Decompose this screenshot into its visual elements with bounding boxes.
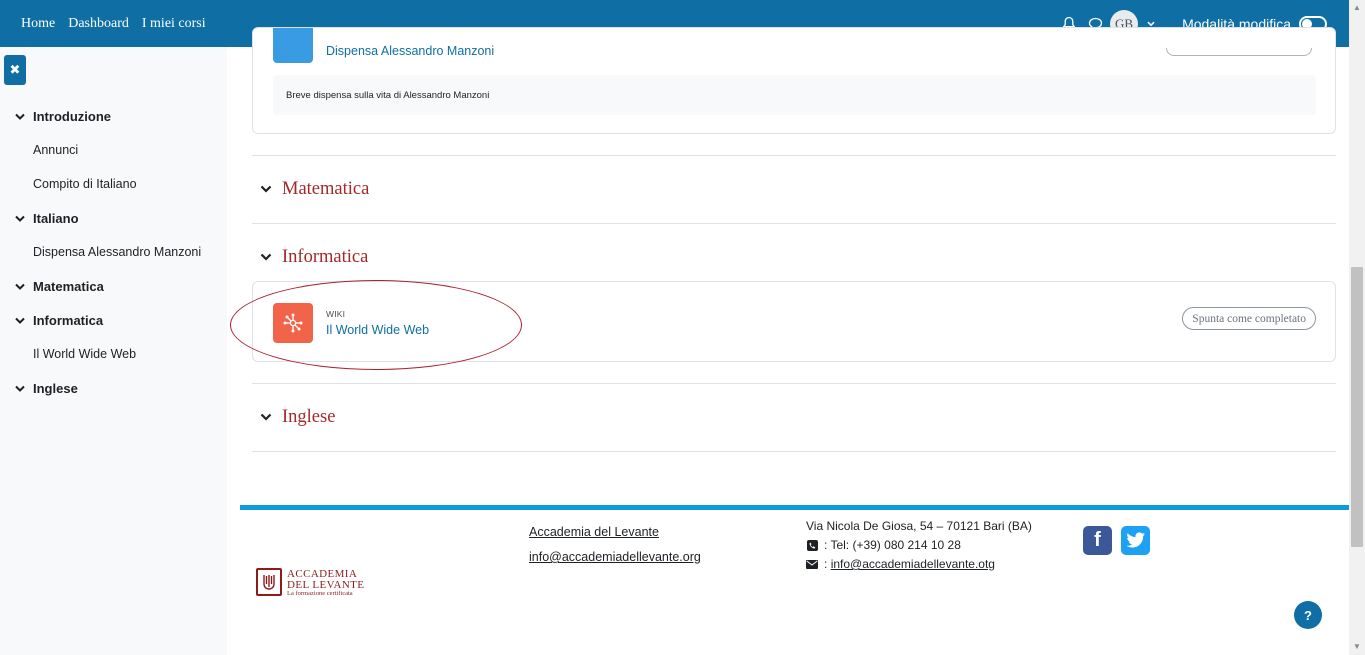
drawer-section-matematica[interactable]: Matematica	[0, 269, 227, 303]
drawer-item-annunci[interactable]: Annunci	[0, 133, 227, 167]
section-inglese[interactable]: Inglese	[252, 383, 1336, 451]
footer-links: Accademia del Levante info@accademiadell…	[529, 520, 701, 570]
close-drawer-button[interactable]: ✖	[4, 55, 26, 85]
drawer-section-label: Italiano	[33, 210, 79, 226]
scroll-thumb[interactable]	[1351, 267, 1363, 547]
nav-home[interactable]: Home	[21, 16, 55, 32]
primary-navigation: Home Dashboard I miei corsi	[0, 16, 219, 32]
footer-contacts: Via Nicola De Giosa, 54 – 70121 Bari (BA…	[806, 517, 1032, 574]
drawer-section-introduzione[interactable]: Introduzione	[0, 99, 227, 133]
chevron-down-icon[interactable]	[15, 279, 25, 294]
page-scrollbar[interactable]: ▲ ▼	[1349, 0, 1365, 655]
course-index-drawer: ✖ Introduzione Annunci Compito di Italia…	[0, 47, 227, 655]
section-matematica[interactable]: Matematica	[252, 155, 1336, 223]
logo-tagline: La formazione certificata	[287, 590, 353, 597]
help-button[interactable]: ?	[1294, 601, 1322, 629]
course-index: Introduzione Annunci Compito di Italiano…	[0, 99, 227, 405]
section-title: Matematica	[282, 179, 370, 199]
logo-mark	[256, 568, 282, 596]
resource-icon	[273, 28, 313, 63]
scroll-up-arrow[interactable]: ▲	[1349, 0, 1365, 16]
chevron-down-icon[interactable]	[15, 313, 25, 328]
chevron-down-icon[interactable]	[260, 253, 272, 262]
social-links: f	[1083, 526, 1159, 555]
footer-phone-row: : Tel: (+39) 080 214 10 28	[806, 536, 1032, 555]
footer-email-link[interactable]: info@accademiadellevante.org	[529, 545, 701, 570]
drawer-section-inglese[interactable]: Inglese	[0, 371, 227, 405]
activity-card-dispensa: Dispensa Alessandro Manzoni Breve dispen…	[252, 27, 1336, 134]
close-icon: ✖	[9, 62, 21, 77]
footer-email-row: : info@accademiadellevante.otg	[806, 555, 1032, 574]
twitter-icon[interactable]	[1121, 526, 1150, 555]
footer-email2-link[interactable]: info@accademiadellevante.otg	[831, 555, 995, 574]
activity-type-label: WIKI	[326, 309, 346, 319]
drawer-section-label: Inglese	[33, 380, 78, 396]
section-divider	[252, 451, 1336, 452]
section-title: Inglese	[282, 407, 336, 427]
chevron-down-icon[interactable]	[15, 109, 25, 124]
chevron-down-icon[interactable]	[260, 413, 272, 422]
mark-complete-button[interactable]: Spunta come completato	[1182, 307, 1316, 330]
wiki-icon	[273, 303, 313, 343]
completion-button-partial[interactable]	[1166, 48, 1312, 56]
page-footer: ACCADEMIA DEL LEVANTE La formazione cert…	[240, 505, 1349, 655]
drawer-section-informatica[interactable]: Informatica	[0, 303, 227, 337]
phone-icon	[806, 540, 818, 552]
drawer-item-dispensa-manzoni[interactable]: Dispensa Alessandro Manzoni	[0, 235, 227, 269]
footer-name-link[interactable]: Accademia del Levante	[529, 520, 701, 545]
activity-card-wiki: WIKI Il World Wide Web Spunta come compl…	[252, 281, 1336, 362]
activity-link-wiki[interactable]: Il World Wide Web	[326, 323, 429, 337]
footer-email-prefix: :	[824, 557, 828, 571]
academy-logo: ACCADEMIA DEL LEVANTE La formazione cert…	[256, 568, 366, 600]
chevron-down-icon[interactable]	[15, 211, 25, 226]
footer-address: Via Nicola De Giosa, 54 – 70121 Bari (BA…	[806, 519, 1032, 533]
envelope-icon	[806, 559, 818, 571]
drawer-item-world-wide-web[interactable]: Il World Wide Web	[0, 337, 227, 371]
scroll-down-arrow[interactable]: ▼	[1349, 639, 1365, 655]
nav-my-courses[interactable]: I miei corsi	[142, 16, 206, 32]
section-title: Informatica	[282, 247, 369, 267]
chevron-down-icon[interactable]	[15, 381, 25, 396]
activity-description: Breve dispensa sulla vita di Alessandro …	[273, 75, 1316, 115]
chevron-down-icon[interactable]	[260, 185, 272, 194]
drawer-section-label: Matematica	[33, 278, 104, 294]
footer-phone: : Tel: (+39) 080 214 10 28	[824, 538, 961, 552]
drawer-section-label: Informatica	[33, 312, 104, 328]
drawer-section-label: Introduzione	[33, 108, 111, 124]
facebook-icon[interactable]: f	[1083, 526, 1112, 555]
drawer-item-compito-italiano[interactable]: Compito di Italiano	[0, 167, 227, 201]
drawer-section-italiano[interactable]: Italiano	[0, 201, 227, 235]
activity-link-dispensa[interactable]: Dispensa Alessandro Manzoni	[326, 44, 494, 58]
nav-dashboard[interactable]: Dashboard	[68, 16, 129, 32]
